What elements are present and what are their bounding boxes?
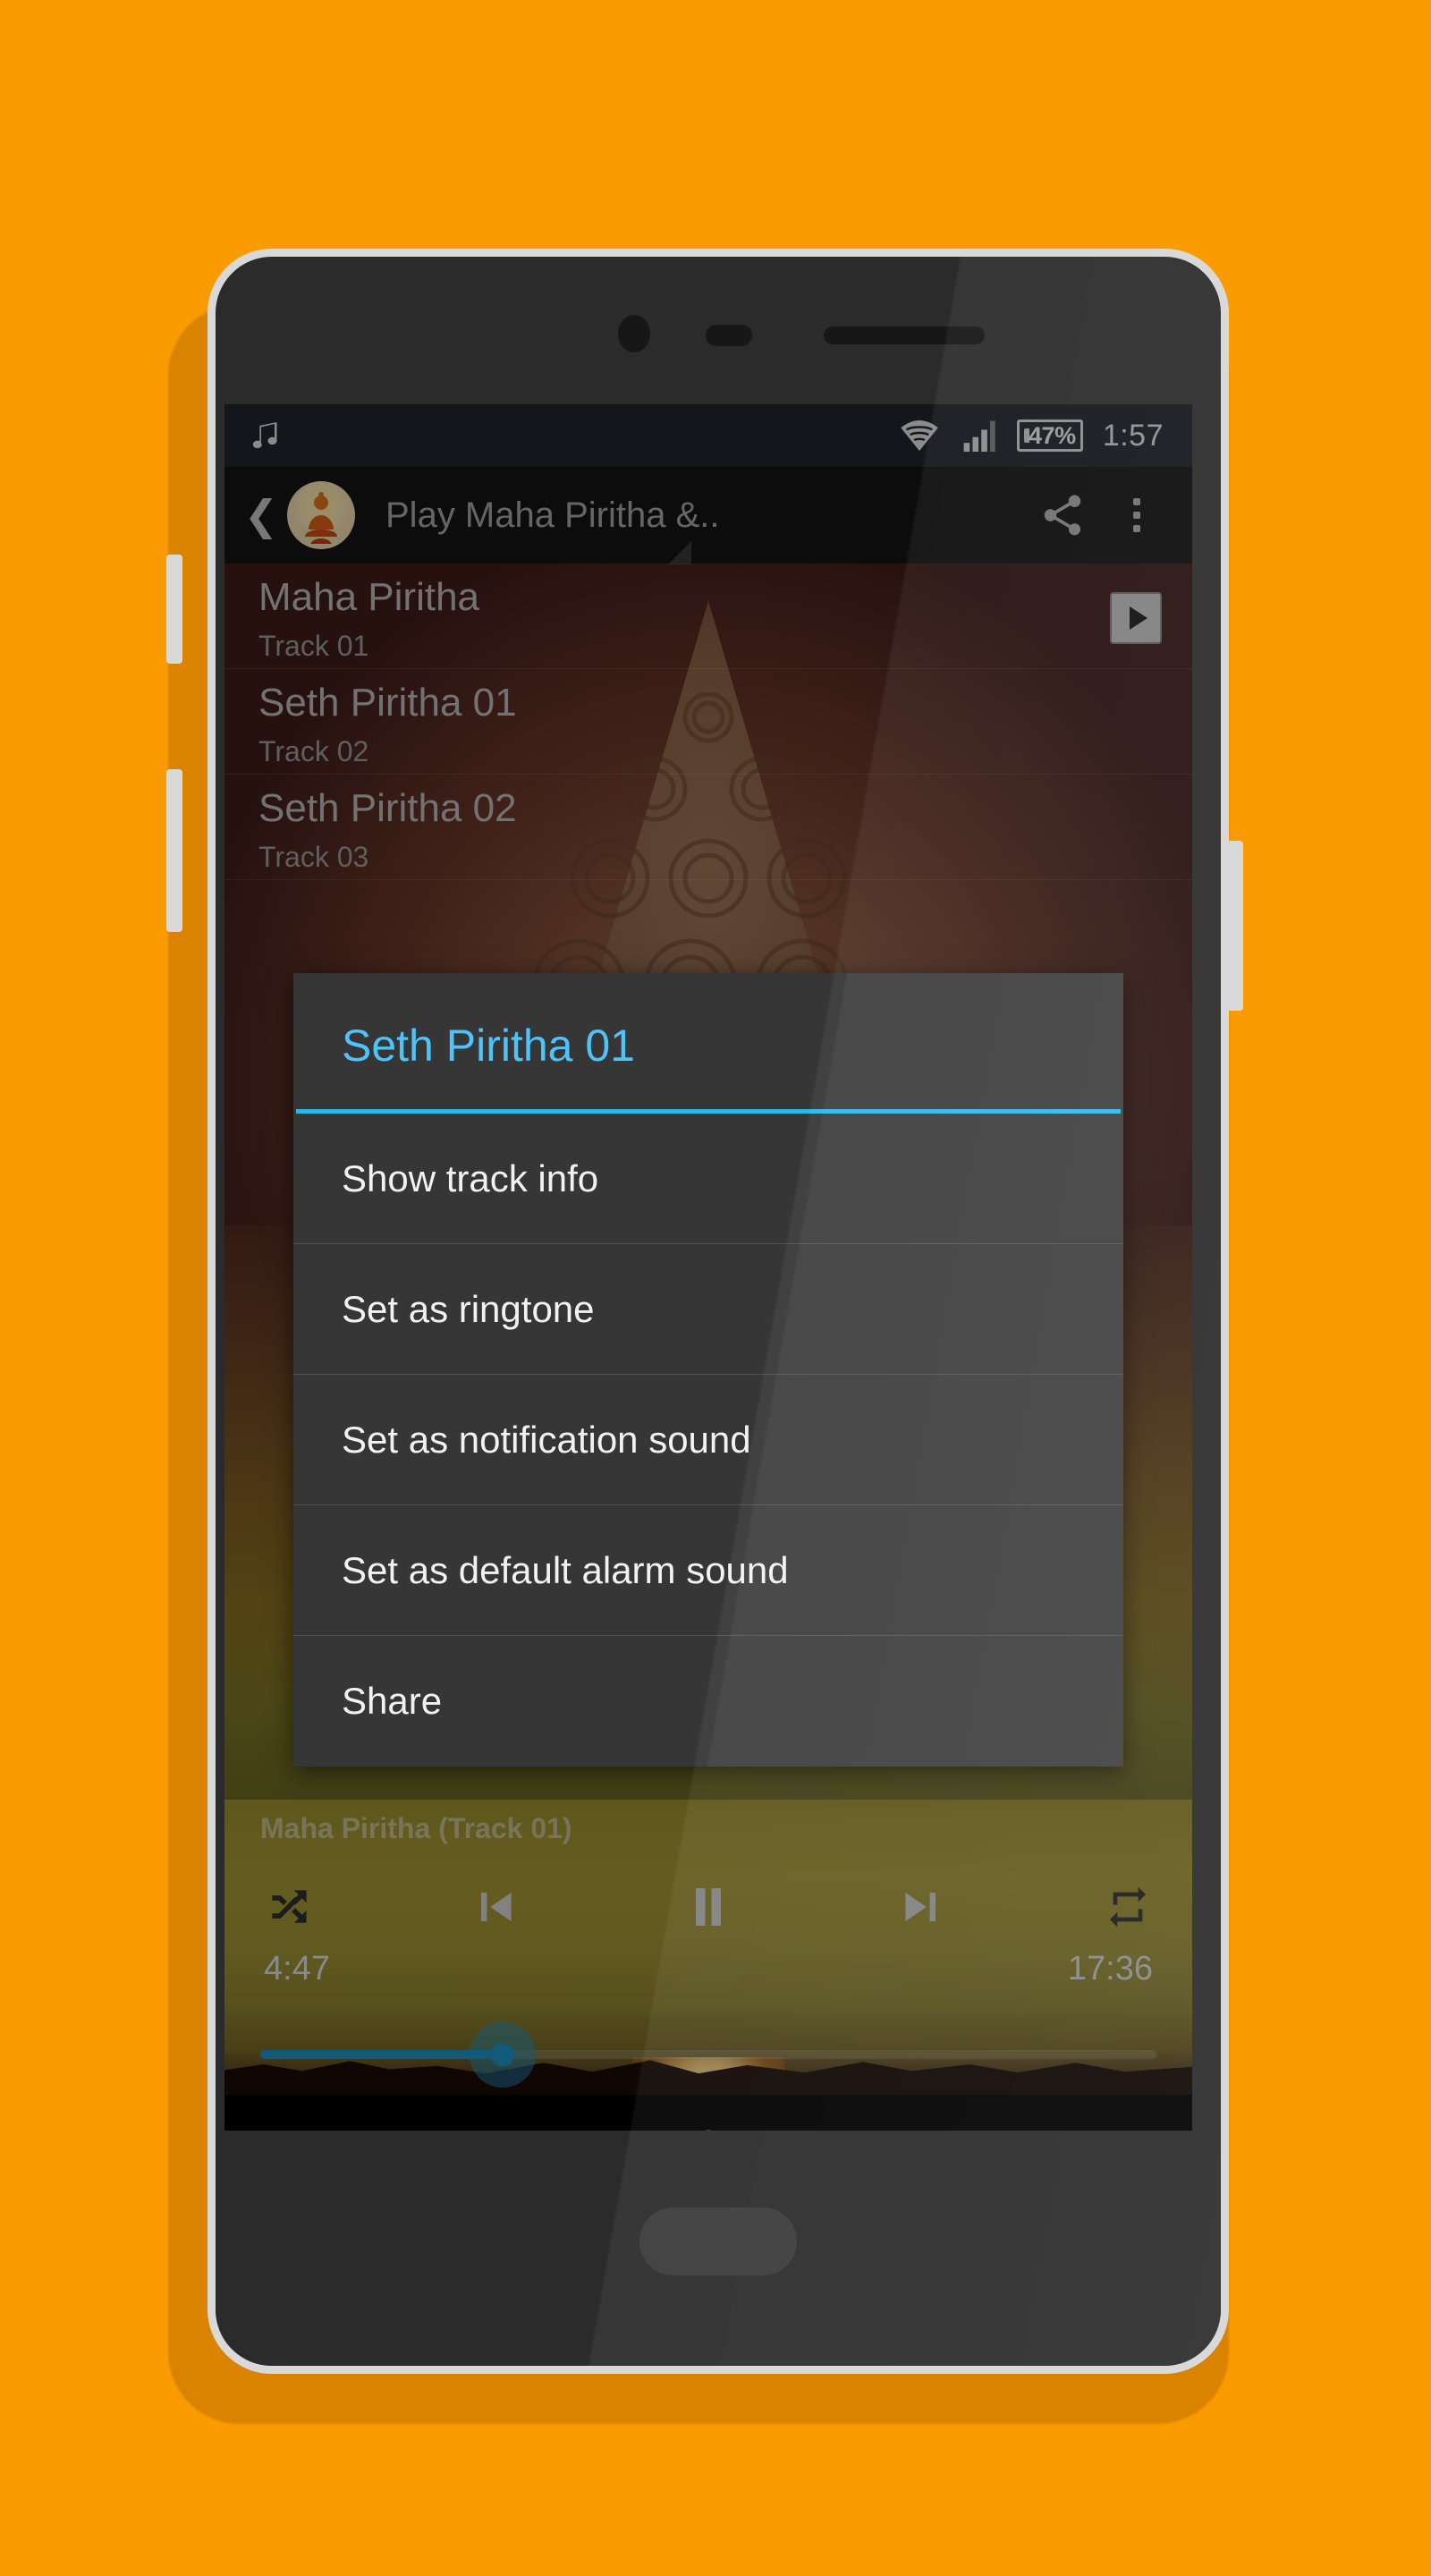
- dialog-title: Seth Piritha 01: [342, 1021, 635, 1071]
- volume-up-button[interactable]: [166, 555, 182, 664]
- phone-device: Maha Piritha Track 01 Seth Piritha 01 Tr…: [207, 249, 1229, 2374]
- front-camera-icon: [618, 315, 650, 352]
- menu-item-show-track-info[interactable]: Show track info: [293, 1114, 1123, 1244]
- earpiece-speaker-icon: [824, 326, 985, 344]
- menu-item-set-as-ringtone[interactable]: Set as ringtone: [293, 1244, 1123, 1375]
- power-button[interactable]: [1227, 841, 1243, 1011]
- track-options-dialog: Seth Piritha 01 Show track info Set as r…: [293, 973, 1123, 1767]
- menu-item-set-as-default-alarm-sound[interactable]: Set as default alarm sound: [293, 1505, 1123, 1636]
- physical-home-key[interactable]: [639, 2207, 797, 2275]
- proximity-sensor-icon: [706, 325, 752, 346]
- phone-bottom-bezel: [216, 2131, 1221, 2366]
- menu-item-set-as-notification-sound[interactable]: Set as notification sound: [293, 1375, 1123, 1505]
- menu-item-share[interactable]: Share: [293, 1636, 1123, 1767]
- phone-screen: Maha Piritha Track 01 Seth Piritha 01 Tr…: [224, 404, 1192, 2131]
- volume-down-button[interactable]: [166, 769, 182, 932]
- phone-top-bezel: [216, 257, 1221, 404]
